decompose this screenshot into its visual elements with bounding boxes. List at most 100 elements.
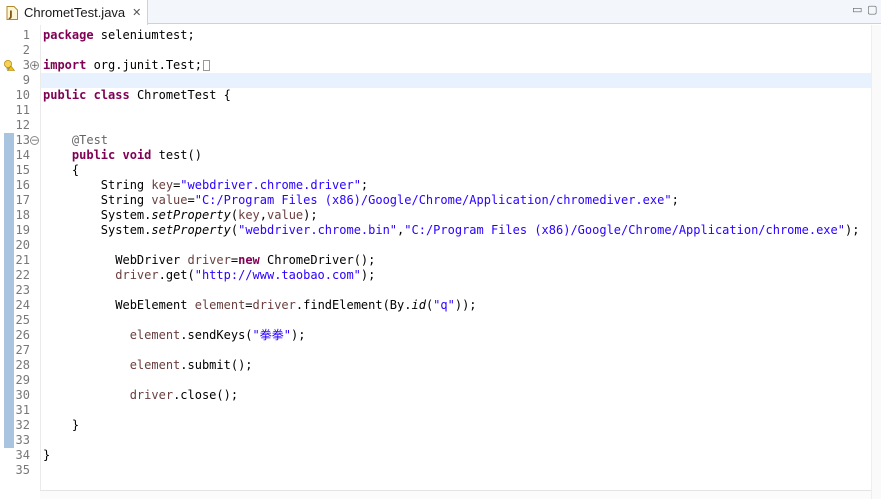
code-line[interactable]: public void test() [43,148,202,163]
code-token: } [43,418,80,432]
code-token: key [151,178,174,192]
code-token: new [238,253,260,267]
code-line[interactable]: element.submit(); [43,358,253,373]
java-file-icon: J [6,5,18,20]
line-number: 10 [15,88,30,102]
code-line[interactable]: driver.close(); [43,388,238,403]
code-token: driver [187,253,231,267]
code-token: "C:/Program Files (x86)/Google/Chrome/Ap… [194,193,672,207]
code-token: setProperty [151,208,231,222]
code-token: , [259,208,268,222]
code-text-area[interactable]: package seleniumtest; import org.junit.Te… [40,25,871,491]
code-token: "webdriver.chrome.driver" [180,178,361,192]
code-token: ChrometTest { [129,88,231,102]
code-token: driver [129,388,174,402]
code-token: ; [360,178,369,192]
folded-imports-marker[interactable] [202,60,210,71]
code-line[interactable]: driver.get("http://www.taobao.com"); [43,268,375,283]
quick-diff-change-bar [4,133,14,448]
code-token: "q" [433,298,455,312]
lightbulb-warning-icon[interactable] [3,59,15,71]
code-token: { [43,163,80,177]
code-token: element [194,298,246,312]
maximize-icon[interactable]: ▢ [867,3,877,16]
code-token: ( [230,223,239,237]
code-token: @Test [71,133,109,147]
code-token: ); [844,223,860,237]
editor-tab-bar: J ChrometTest.java ✕ ▭ ▢ [0,0,881,25]
code-line[interactable]: System.setProperty("webdriver.chrome.bin… [43,223,860,238]
code-token: "webdriver.chrome.bin" [238,223,398,237]
code-line[interactable]: import org.junit.Test; [43,58,210,73]
code-token: import [43,58,87,72]
code-token: = [187,193,195,207]
code-token: .get( [158,268,195,282]
close-tab-icon[interactable]: ✕ [132,6,141,19]
code-line[interactable]: WebElement element=driver.findElement(By… [43,298,477,313]
tab-chrometest-java[interactable]: J ChrometTest.java ✕ [0,0,148,25]
code-line[interactable]: element.sendKeys("拳拳"); [43,328,306,343]
code-token: System. [43,208,152,222]
code-line[interactable]: @Test [43,133,108,148]
line-number: 2 [22,43,30,57]
code-token: driver [252,298,296,312]
code-token: test() [151,148,202,162]
code-token: "C:/Program Files (x86)/Google/Chrome/Ap… [404,223,845,237]
code-token: .submit(); [180,358,253,372]
code-token: public [71,148,116,162]
code-token: .sendKeys( [180,328,253,342]
svg-text:J: J [8,10,12,20]
code-line[interactable]: public class ChrometTest { [43,88,231,103]
code-token: .findElement(By. [295,298,412,312]
line-number: 1 [22,28,30,42]
code-token: element [129,328,181,342]
code-token: System. [43,223,152,237]
code-token: id [411,298,426,312]
code-token: WebDriver [43,253,188,267]
code-token: key [238,208,260,222]
code-token: value [151,193,188,207]
line-number: 34 [15,448,30,462]
collapse-fold-icon[interactable]: − [30,136,39,146]
minimize-icon[interactable]: ▭ [852,3,862,16]
code-token: package [43,28,94,42]
code-line[interactable]: } [43,418,79,433]
code-line[interactable]: { [43,163,79,178]
code-token: ChromeDriver(); [259,253,376,267]
code-token: } [43,448,51,462]
code-token: seleniumtest; [93,28,195,42]
code-token: "http://www.taobao.com" [194,268,361,282]
code-line[interactable]: WebDriver driver=new ChromeDriver(); [43,253,375,268]
line-number: 12 [15,118,30,132]
tab-title: ChrometTest.java [24,5,126,20]
line-number-ruler: 1 2 3 9 10 11 12 13 14 15 16 17 18 19 20 21 22 23 24 25 26 27… [0,25,40,499]
expand-fold-icon[interactable]: + [30,61,39,71]
code-line[interactable]: String value="C:/Program Files (x86)/Goo… [43,193,679,208]
code-token: value [267,208,304,222]
code-token: ); [303,208,318,222]
code-token: ); [360,268,376,282]
overview-ruler[interactable] [871,25,881,499]
code-token: )); [454,298,477,312]
code-token: ; [671,193,679,207]
code-line[interactable]: System.setProperty(key,value); [43,208,318,223]
code-token: void [122,148,152,162]
code-token: = [245,298,253,312]
code-line[interactable]: package seleniumtest; [43,28,195,43]
code-token: org.junit.Test; [86,58,202,72]
code-token: String [43,178,152,192]
code-token: "拳拳" [252,328,291,342]
code-token: WebElement [43,298,195,312]
code-line[interactable]: } [43,448,50,463]
code-token: ); [290,328,306,342]
code-line[interactable]: String key="webdriver.chrome.driver"; [43,178,368,193]
code-editor[interactable]: 1 2 3 9 10 11 12 13 14 15 16 17 18 19 20 21 22 23 24 25 26 27… [0,25,881,499]
horizontal-scrollbar[interactable] [40,490,871,499]
line-number: 35 [15,463,30,477]
code-token: class [93,88,130,102]
